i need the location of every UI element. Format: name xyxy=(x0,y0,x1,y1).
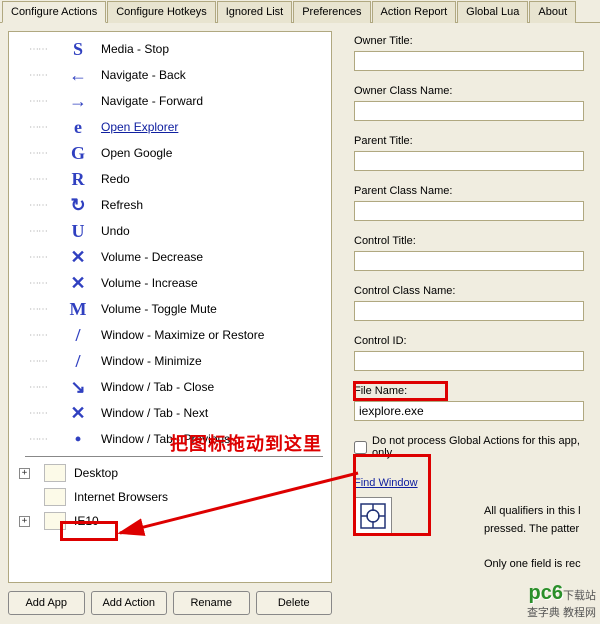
gesture-icon: ← xyxy=(65,64,91,86)
action-tree[interactable]: ⋯⋯SMedia - Stop⋯⋯←Navigate - Back⋯⋯→Navi… xyxy=(8,31,332,583)
annotation-text: 把图标拖动到这里 xyxy=(170,430,322,456)
tree-item-label: Redo xyxy=(101,172,130,186)
tree-item[interactable]: ⋯⋯↘Window / Tab - Close xyxy=(17,374,331,400)
owner-class-input[interactable] xyxy=(354,101,584,121)
tree-item-label: Undo xyxy=(101,224,130,238)
add-action-button[interactable]: Add Action xyxy=(91,591,168,615)
tree-item-label: Navigate - Forward xyxy=(101,94,203,108)
tree-item[interactable]: ⋯⋯SMedia - Stop xyxy=(17,36,331,62)
gesture-icon: ↘ xyxy=(65,376,91,398)
gesture-icon: U xyxy=(65,220,91,242)
parent-title-label: Parent Title: xyxy=(354,135,596,147)
tree-item-label: Volume - Toggle Mute xyxy=(101,302,217,316)
tree-item[interactable]: ⋯⋯↻Refresh xyxy=(17,192,331,218)
tree-item-label: Refresh xyxy=(101,198,143,212)
tree-group-label: Internet Browsers xyxy=(74,490,168,504)
tab-preferences[interactable]: Preferences xyxy=(293,1,370,23)
tab-global-lua[interactable]: Global Lua xyxy=(457,1,528,23)
tree-item[interactable]: ⋯⋯✕Volume - Increase xyxy=(17,270,331,296)
no-global-actions-label: Do not process Global Actions for this a… xyxy=(372,435,596,459)
tree-item[interactable]: ⋯⋯/Window - Minimize xyxy=(17,348,331,374)
file-name-label: File Name: xyxy=(354,385,596,397)
folder-icon xyxy=(44,488,66,506)
tree-item[interactable]: ⋯⋯→Navigate - Forward xyxy=(17,88,331,114)
gesture-icon: ↻ xyxy=(65,194,91,216)
tree-group[interactable]: + Desktop xyxy=(17,461,331,485)
tree-item-label: Volume - Increase xyxy=(101,276,198,290)
gesture-icon: S xyxy=(65,38,91,60)
owner-title-label: Owner Title: xyxy=(354,35,596,47)
tab-configure-hotkeys[interactable]: Configure Hotkeys xyxy=(107,1,216,23)
tree-item[interactable]: ⋯⋯GOpen Google xyxy=(17,140,331,166)
tree-item[interactable]: ⋯⋯✕Volume - Decrease xyxy=(17,244,331,270)
folder-icon xyxy=(44,512,66,530)
control-title-label: Control Title: xyxy=(354,235,596,247)
control-title-input[interactable] xyxy=(354,251,584,271)
control-class-label: Control Class Name: xyxy=(354,285,596,297)
tab-ignored-list[interactable]: Ignored List xyxy=(217,1,292,23)
tree-item-label: Window - Maximize or Restore xyxy=(101,328,264,342)
tab-action-report[interactable]: Action Report xyxy=(372,1,457,23)
tree-item[interactable]: ⋯⋯eOpen Explorer xyxy=(17,114,331,140)
gesture-icon: e xyxy=(65,116,91,138)
tree-item-label: Window / Tab - Close xyxy=(101,380,214,394)
tab-bar: Configure Actions Configure Hotkeys Igno… xyxy=(0,0,600,23)
gesture-icon: G xyxy=(65,142,91,164)
tree-group-label: Desktop xyxy=(74,466,118,480)
find-window-link[interactable]: Find Window xyxy=(354,477,418,489)
control-id-input[interactable] xyxy=(354,351,584,371)
owner-title-input[interactable] xyxy=(354,51,584,71)
tree-group[interactable]: Internet Browsers xyxy=(17,485,331,509)
parent-class-input[interactable] xyxy=(354,201,584,221)
tree-item-label: Window / Tab - Next xyxy=(101,406,208,420)
parent-class-label: Parent Class Name: xyxy=(354,185,596,197)
delete-button[interactable]: Delete xyxy=(256,591,333,615)
tree-group-label: IE10 xyxy=(74,514,99,528)
tree-item[interactable]: ⋯⋯✕Window / Tab - Next xyxy=(17,400,331,426)
expand-icon[interactable]: + xyxy=(19,468,30,479)
gesture-icon: ✕ xyxy=(65,246,91,268)
tree-item-label: Open Google xyxy=(101,146,172,160)
add-app-button[interactable]: Add App xyxy=(8,591,85,615)
crosshair-icon[interactable] xyxy=(354,497,392,535)
qualifier-text-3: Only one field is rec xyxy=(484,556,581,574)
gesture-icon: R xyxy=(65,168,91,190)
tree-item-label: Media - Stop xyxy=(101,42,169,56)
rename-button[interactable]: Rename xyxy=(173,591,250,615)
gesture-icon: → xyxy=(65,90,91,112)
gesture-icon: ✕ xyxy=(65,272,91,294)
gesture-icon: / xyxy=(65,350,91,372)
gesture-icon: M xyxy=(65,298,91,320)
qualifier-text-2: pressed. The patter xyxy=(484,521,581,539)
tree-item-label: Navigate - Back xyxy=(101,68,186,82)
folder-icon xyxy=(44,464,66,482)
tree-group[interactable]: + IE10 xyxy=(17,509,331,533)
gesture-icon: / xyxy=(65,324,91,346)
expand-icon[interactable]: + xyxy=(19,516,30,527)
tree-item[interactable]: ⋯⋯UUndo xyxy=(17,218,331,244)
file-name-input[interactable] xyxy=(354,401,584,421)
owner-class-label: Owner Class Name: xyxy=(354,85,596,97)
tab-about[interactable]: About xyxy=(529,1,576,23)
tree-item[interactable]: ⋯⋯/Window - Maximize or Restore xyxy=(17,322,331,348)
gesture-icon: • xyxy=(65,428,91,450)
parent-title-input[interactable] xyxy=(354,151,584,171)
qualifier-text-1: All qualifiers in this l xyxy=(484,503,581,521)
control-class-input[interactable] xyxy=(354,301,584,321)
tree-item[interactable]: ⋯⋯RRedo xyxy=(17,166,331,192)
tree-item[interactable]: ⋯⋯MVolume - Toggle Mute xyxy=(17,296,331,322)
tree-item[interactable]: ⋯⋯←Navigate - Back xyxy=(17,62,331,88)
no-global-actions-checkbox[interactable] xyxy=(354,441,367,454)
tree-item-label: Window - Minimize xyxy=(101,354,202,368)
tab-configure-actions[interactable]: Configure Actions xyxy=(2,1,106,23)
watermark: pc6下载站 查字典 教程网 xyxy=(527,580,596,620)
control-id-label: Control ID: xyxy=(354,335,596,347)
gesture-icon: ✕ xyxy=(65,402,91,424)
tree-item-label: Open Explorer xyxy=(101,120,178,134)
tree-item-label: Volume - Decrease xyxy=(101,250,203,264)
